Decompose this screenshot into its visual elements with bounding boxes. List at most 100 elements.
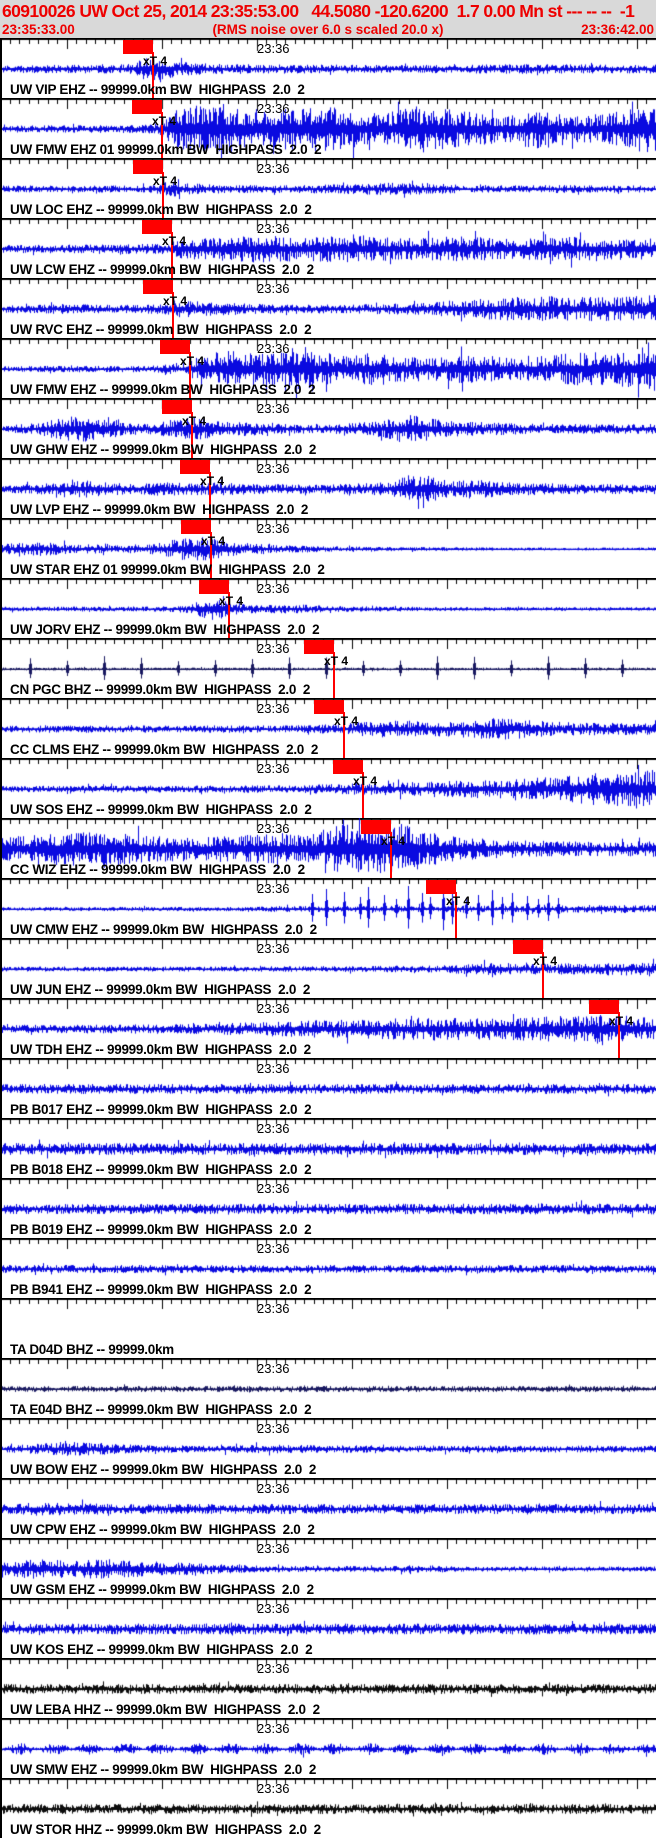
trace-label: PB B018 EHZ -- 99999.0km BW HIGHPASS 2.0… <box>10 1162 312 1177</box>
minute-time-label: 23:36 <box>257 1061 290 1076</box>
trace-row: 23:36 UW STOR HHZ -- 99999.0km BW HIGHPA… <box>0 1778 656 1838</box>
trace-row: 23:36 xT 4 UW GHW EHZ -- 99999.0km BW HI… <box>0 398 656 458</box>
trace-row: 23:36 xT 4 UW RVC EHZ -- 99999.0km BW HI… <box>0 278 656 338</box>
pick-flag[interactable]: xT 4 <box>333 760 377 788</box>
minute-time-label: 23:36 <box>257 461 290 476</box>
trace-row: 23:36 PB B019 EHZ -- 99999.0km BW HIGHPA… <box>0 1178 656 1238</box>
pick-flag[interactable]: xT 4 <box>160 340 204 368</box>
minute-time-label: 23:36 <box>257 401 290 416</box>
scale-note: (RMS noise over 6.0 s scaled 20.0 x) <box>212 22 444 37</box>
pick-flag-label: xT 4 <box>152 114 177 128</box>
trace-row: 23:36 xT 4 CN PGC BHZ -- 99999.0km BW HI… <box>0 638 656 698</box>
trace-row: 23:36 xT 4 CC WIZ EHZ -- 99999.0km BW HI… <box>0 818 656 878</box>
trace-label: CC WIZ EHZ -- 99999.0km BW HIGHPASS 2.0 … <box>10 862 305 877</box>
trace-label: UW SOS EHZ -- 99999.0km BW HIGHPASS 2.0 … <box>10 802 312 817</box>
trace-row: 23:36 xT 4 UW SOS EHZ -- 99999.0km BW HI… <box>0 758 656 818</box>
trace-label: UW FMW EHZ -- 99999.0km BW HIGHPASS 2.0 … <box>10 382 316 397</box>
minute-time-label: 23:36 <box>257 1481 290 1496</box>
pick-flag[interactable]: xT 4 <box>180 460 224 488</box>
trace-row: 23:36 xT 4 UW LOC EHZ -- 99999.0km BW HI… <box>0 158 656 218</box>
pick-flag[interactable]: xT 4 <box>314 700 358 728</box>
pick-flag-label: xT 4 <box>609 1014 634 1028</box>
trace-label: UW GSM EHZ -- 99999.0km BW HIGHPASS 2.0 … <box>10 1582 314 1597</box>
pick-flag-label: xT 4 <box>163 294 188 308</box>
trace-row: 23:36 PB B941 EHZ -- 99999.0km BW HIGHPA… <box>0 1238 656 1298</box>
trace-label: TA E04D BHZ -- 99999.0km BW HIGHPASS 2.0… <box>10 1402 312 1417</box>
pick-flag[interactable]: xT 4 <box>181 520 225 548</box>
minute-time-label: 23:36 <box>257 521 290 536</box>
trace-label: PB B017 EHZ -- 99999.0km BW HIGHPASS 2.0… <box>10 1102 312 1117</box>
minute-time-label: 23:36 <box>257 641 290 656</box>
pick-flag[interactable]: xT 4 <box>143 280 187 308</box>
minute-time-label: 23:36 <box>257 761 290 776</box>
trace-label: UW TDH EHZ -- 99999.0km BW HIGHPASS 2.0 … <box>10 1042 311 1057</box>
trace-row: 23:36 TA E04D BHZ -- 99999.0km BW HIGHPA… <box>0 1358 656 1418</box>
pick-flag[interactable]: xT 4 <box>123 40 167 68</box>
trace-label: UW STAR EHZ 01 99999.0km BW HIGHPASS 2.0… <box>10 562 325 577</box>
trace-label: UW JUN EHZ -- 99999.0km BW HIGHPASS 2.0 … <box>10 982 311 997</box>
trace-row: 23:36 xT 4 CC CLMS EHZ -- 99999.0km BW H… <box>0 698 656 758</box>
trace-row: 23:36 xT 4 UW CMW EHZ -- 99999.0km BW HI… <box>0 878 656 938</box>
pick-flag-label: xT 4 <box>153 174 178 188</box>
trace-label: PB B941 EHZ -- 99999.0km BW HIGHPASS 2.0… <box>10 1282 312 1297</box>
minute-time-label: 23:36 <box>257 41 290 56</box>
trace-row: 23:36 xT 4 UW STAR EHZ 01 99999.0km BW H… <box>0 518 656 578</box>
pick-flag-label: xT 4 <box>180 354 205 368</box>
minute-time-label: 23:36 <box>257 1181 290 1196</box>
trace-label: UW SMW EHZ -- 99999.0km BW HIGHPASS 2.0 … <box>10 1762 317 1777</box>
minute-time-label: 23:36 <box>257 281 290 296</box>
pick-flag[interactable]: xT 4 <box>589 1000 633 1028</box>
minute-time-label: 23:36 <box>257 881 290 896</box>
trace-row: 23:36 xT 4 UW FMW EHZ 01 99999.0km BW HI… <box>0 98 656 158</box>
minute-time-label: 23:36 <box>257 821 290 836</box>
trace-label: CC CLMS EHZ -- 99999.0km BW HIGHPASS 2.0… <box>10 742 319 757</box>
minute-time-label: 23:36 <box>257 941 290 956</box>
minute-time-label: 23:36 <box>257 1421 290 1436</box>
minute-time-label: 23:36 <box>257 1781 290 1796</box>
trace-label: UW STOR HHZ -- 99999.0km BW HIGHPASS 2.0… <box>10 1822 321 1837</box>
pick-flag[interactable]: xT 4 <box>132 100 176 128</box>
trace-list: 23:36 xT 4 UW VIP EHZ -- 99999.0km BW HI… <box>0 38 656 1838</box>
header: 60910026 UW Oct 25, 2014 23:35:53.00 44.… <box>0 0 656 38</box>
trace-label: UW LVP EHZ -- 99999.0km BW HIGHPASS 2.0 … <box>10 502 309 517</box>
trace-label: UW LOC EHZ -- 99999.0km BW HIGHPASS 2.0 … <box>10 202 312 217</box>
pick-flag[interactable]: xT 4 <box>513 940 557 968</box>
minute-time-label: 23:36 <box>257 1361 290 1376</box>
pick-flag-label: xT 4 <box>162 234 187 248</box>
pick-flag-label: xT 4 <box>353 774 378 788</box>
trace-label: UW LCW EHZ -- 99999.0km BW HIGHPASS 2.0 … <box>10 262 314 277</box>
pick-flag-label: xT 4 <box>324 654 349 668</box>
minute-time-label: 23:36 <box>257 1601 290 1616</box>
trace-row: 23:36 UW LEBA HHZ -- 99999.0km BW HIGHPA… <box>0 1658 656 1718</box>
pick-flag[interactable]: xT 4 <box>142 220 186 248</box>
pick-flag[interactable]: xT 4 <box>426 880 470 908</box>
minute-time-label: 23:36 <box>257 1241 290 1256</box>
minute-time-label: 23:36 <box>257 1541 290 1556</box>
trace-label: UW CMW EHZ -- 99999.0km BW HIGHPASS 2.0 … <box>10 922 317 937</box>
minute-time-label: 23:36 <box>257 1661 290 1676</box>
event-title: 60910026 UW Oct 25, 2014 23:35:53.00 44.… <box>2 1 635 21</box>
trace-label: TA D04D BHZ -- 99999.0km <box>10 1342 174 1357</box>
trace-row: 23:36 UW GSM EHZ -- 99999.0km BW HIGHPAS… <box>0 1538 656 1598</box>
minute-time-label: 23:36 <box>257 1121 290 1136</box>
minute-time-label: 23:36 <box>257 1001 290 1016</box>
pick-flag[interactable]: xT 4 <box>199 580 243 608</box>
trace-row: 23:36 xT 4 UW JORV EHZ -- 99999.0km BW H… <box>0 578 656 638</box>
pick-flag[interactable]: xT 4 <box>361 820 405 848</box>
pick-flag-label: xT 4 <box>201 534 226 548</box>
trace-row: 23:36 UW KOS EHZ -- 99999.0km BW HIGHPAS… <box>0 1598 656 1658</box>
trace-label: UW CPW EHZ -- 99999.0km BW HIGHPASS 2.0 … <box>10 1522 315 1537</box>
pick-flag-label: xT 4 <box>446 894 471 908</box>
trace-row: 23:36 xT 4 UW FMW EHZ -- 99999.0km BW HI… <box>0 338 656 398</box>
pick-flag[interactable]: xT 4 <box>133 160 177 188</box>
trace-label: CN PGC BHZ -- 99999.0km BW HIGHPASS 2.0 … <box>10 682 311 697</box>
window-end-time: 23:36:42.00 <box>581 22 654 37</box>
left-border <box>0 38 2 1838</box>
pick-flag-label: xT 4 <box>533 954 558 968</box>
trace-row: 23:36 TA D04D BHZ -- 99999.0km <box>0 1298 656 1358</box>
pick-flag[interactable]: xT 4 <box>304 640 348 668</box>
trace-label: UW KOS EHZ -- 99999.0km BW HIGHPASS 2.0 … <box>10 1642 313 1657</box>
window-start-time: 23:35:33.00 <box>2 22 75 37</box>
pick-flag[interactable]: xT 4 <box>162 400 206 428</box>
minute-time-label: 23:36 <box>257 341 290 356</box>
